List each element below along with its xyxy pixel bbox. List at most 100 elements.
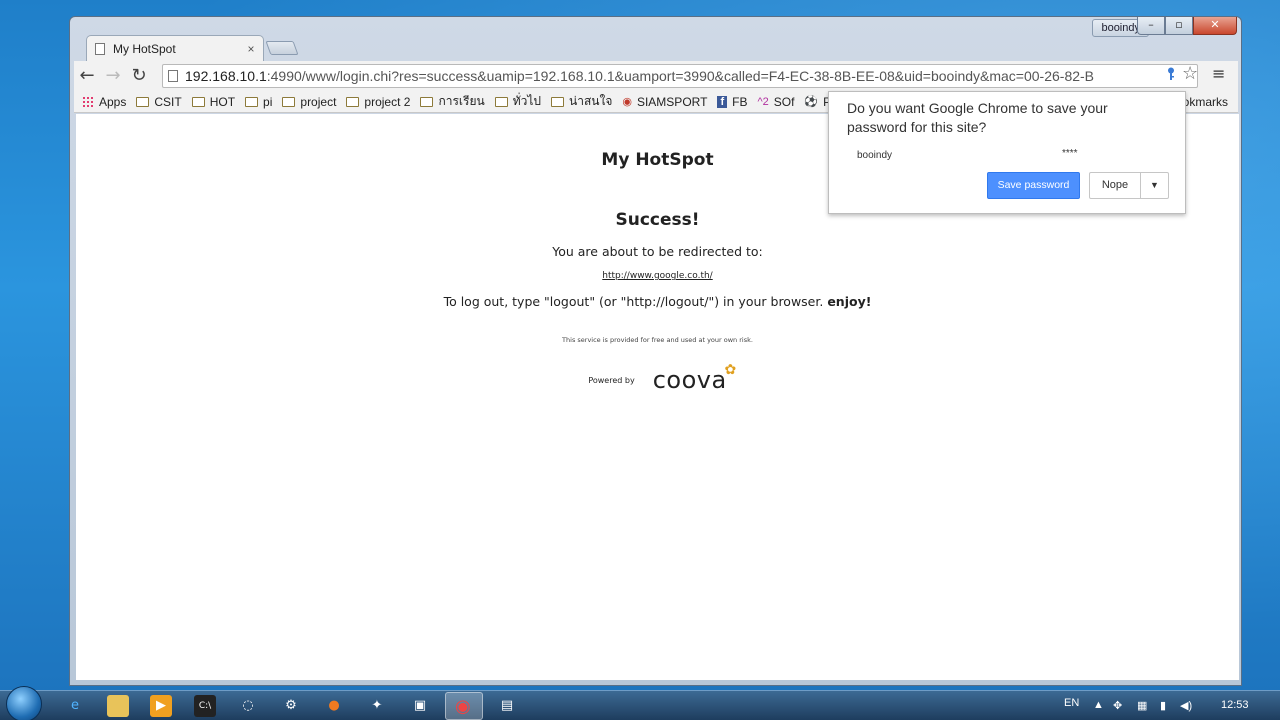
tab-my-hotspot[interactable]: My HotSpot × [86, 35, 264, 61]
putty-icon[interactable]: ⚙ [280, 695, 302, 717]
network-icon[interactable]: ◌ [237, 695, 259, 717]
bookmark-siamsport[interactable]: ◉ SIAMSPORT [622, 95, 707, 109]
maximize-button[interactable]: ▫ [1165, 17, 1193, 35]
bookmark-label: project 2 [364, 94, 411, 109]
tool-icon[interactable]: ✦ [366, 695, 388, 717]
close-window-button[interactable]: ✕ [1193, 17, 1237, 35]
apps-grid-icon [82, 95, 94, 108]
flower-icon: ✿ [724, 362, 737, 378]
save-password-bubble: Do you want Google Chrome to save your p… [828, 91, 1186, 214]
nope-label[interactable]: Nope [1090, 173, 1141, 198]
bookmark-label: น่าสนใจ [569, 94, 613, 108]
bookmark-sof[interactable]: ^2 SOf [757, 95, 794, 109]
start-button[interactable] [6, 686, 42, 720]
new-tab-button[interactable] [265, 41, 299, 55]
taskbar: e ▶ C:\ ◌ ⚙ ● ✦ ▣ ◉ ▤ EN ▲ ✥ ▦ ▮ ◀) 12:5… [0, 686, 1280, 720]
bookmark-folder-study[interactable]: การเรียน [420, 92, 485, 111]
page-icon [95, 42, 105, 55]
url-host: 192.168.10.1 [185, 68, 267, 84]
folder-icon [245, 96, 259, 107]
volume-icon[interactable]: ◀) [1180, 699, 1192, 712]
redirect-link[interactable]: http://www.google.co.th/ [602, 271, 712, 281]
page-info-icon[interactable] [168, 70, 178, 82]
other-bookmarks[interactable]: okmarks [1183, 95, 1228, 109]
logout-instructions: To log out, type "logout" (or "http://lo… [76, 294, 1239, 309]
bookmark-label: การเรียน [438, 94, 485, 108]
toolbar: ← → ↻ 192.168.10.1:4990/www/login.chi?re… [74, 61, 1238, 91]
soccer-ball-icon: ⚽ [804, 96, 819, 108]
bookmark-folder-interesting[interactable]: น่าสนใจ [551, 92, 612, 111]
logout-text: To log out, type "logout" (or "http://lo… [443, 294, 824, 309]
remote-desktop-icon[interactable]: ▣ [409, 695, 431, 717]
back-icon[interactable]: ← [74, 63, 100, 89]
redirect-text: You are about to be redirected to: [552, 244, 763, 259]
save-password-button[interactable]: Save password [987, 172, 1080, 199]
facebook-icon: f [717, 95, 728, 108]
command-prompt-icon[interactable]: C:\ [194, 695, 216, 717]
folder-icon [551, 96, 564, 107]
bookmark-fb[interactable]: f FB [717, 95, 747, 109]
siamsport-icon: ◉ [622, 96, 632, 108]
bookmark-folder-project[interactable]: project [282, 95, 336, 109]
minimize-button[interactable]: – [1137, 17, 1165, 35]
app-window-icon[interactable]: ▤ [496, 695, 518, 717]
bookmark-label: FB [732, 94, 748, 109]
bookmark-label: SOf [773, 94, 795, 109]
chrome-window: booindy – ▫ ✕ My HotSpot × ← → ↻ 192.168… [69, 16, 1242, 686]
folder-icon [346, 96, 360, 107]
bookmark-label: HOT [209, 94, 236, 109]
sof-icon: ^2 [757, 95, 769, 108]
bookmark-label: Apps [99, 94, 127, 109]
saved-username: booindy [857, 150, 893, 161]
url-path: :4990/www/login.chi?res=success&uamip=19… [266, 68, 1095, 84]
bookmark-label: project [300, 94, 337, 109]
bookmark-folder-pi[interactable]: pi [245, 95, 272, 109]
bookmark-folder-project-2[interactable]: project 2 [346, 95, 410, 109]
coova-logo[interactable]: coova ✿ [652, 362, 736, 394]
bookmark-apps[interactable]: Apps [82, 95, 126, 109]
save-password-question: Do you want Google Chrome to save your p… [847, 100, 1108, 135]
powered-by-label: Powered by [588, 375, 635, 385]
bookmark-label: pi [263, 94, 273, 109]
window-controls: – ▫ ✕ [1137, 17, 1237, 35]
tab-title: My HotSpot [113, 41, 176, 56]
signal-icon[interactable]: ▮ [1160, 699, 1166, 712]
bookmark-folder-general[interactable]: ทั่วไป [494, 92, 541, 111]
bookmark-folder-hot[interactable]: HOT [191, 94, 236, 109]
dropbox-icon[interactable]: ✥ [1113, 699, 1122, 712]
address-bar[interactable]: 192.168.10.1:4990/www/login.chi?res=succ… [162, 64, 1198, 88]
disclaimer: This service is provided for free and us… [562, 336, 753, 344]
folder-icon [420, 96, 434, 107]
redirect-link-wrap: http://www.google.co.th/ [76, 271, 1239, 281]
tray-expand-icon[interactable]: ▲ [1093, 699, 1104, 711]
reload-icon[interactable]: ↻ [126, 63, 152, 89]
internet-explorer-icon[interactable]: e [64, 695, 86, 717]
coova-logo-text: coova [652, 366, 727, 394]
clock[interactable]: 12:53 [1221, 699, 1249, 711]
forward-icon[interactable]: → [100, 63, 126, 89]
chrome-taskbar-button[interactable]: ◉ [445, 692, 483, 720]
chrome-menu-icon[interactable]: ≡ [1212, 64, 1225, 83]
chevron-down-icon[interactable]: ▼ [1141, 173, 1168, 198]
bookmark-label: SIAMSPORT [636, 94, 708, 109]
nope-button[interactable]: Nope ▼ [1089, 172, 1169, 199]
saved-password: **** [1062, 148, 1078, 159]
bookmark-folder-csit[interactable]: CSIT [136, 94, 182, 109]
folder-icon [136, 96, 150, 107]
media-player-icon[interactable]: ▶ [150, 695, 172, 717]
key-icon[interactable] [1167, 67, 1175, 85]
folder-icon [282, 96, 296, 107]
enjoy-text: enjoy! [827, 294, 872, 309]
bookmark-label: CSIT [154, 94, 182, 109]
folder-icon [191, 96, 205, 107]
chrome-icon: ◉ [455, 696, 471, 717]
explorer-folder-icon[interactable] [107, 695, 129, 717]
language-indicator[interactable]: EN [1064, 697, 1079, 709]
close-tab-icon[interactable]: × [243, 42, 259, 56]
firefox-icon[interactable]: ● [323, 695, 345, 717]
bookmark-label: ทั่วไป [512, 94, 541, 108]
tray-app-icon[interactable]: ▦ [1137, 699, 1147, 712]
folder-icon [494, 96, 508, 107]
powered-by: Powered by coova ✿ [76, 362, 1239, 394]
bookmark-star-icon[interactable]: ☆ [1182, 63, 1198, 84]
